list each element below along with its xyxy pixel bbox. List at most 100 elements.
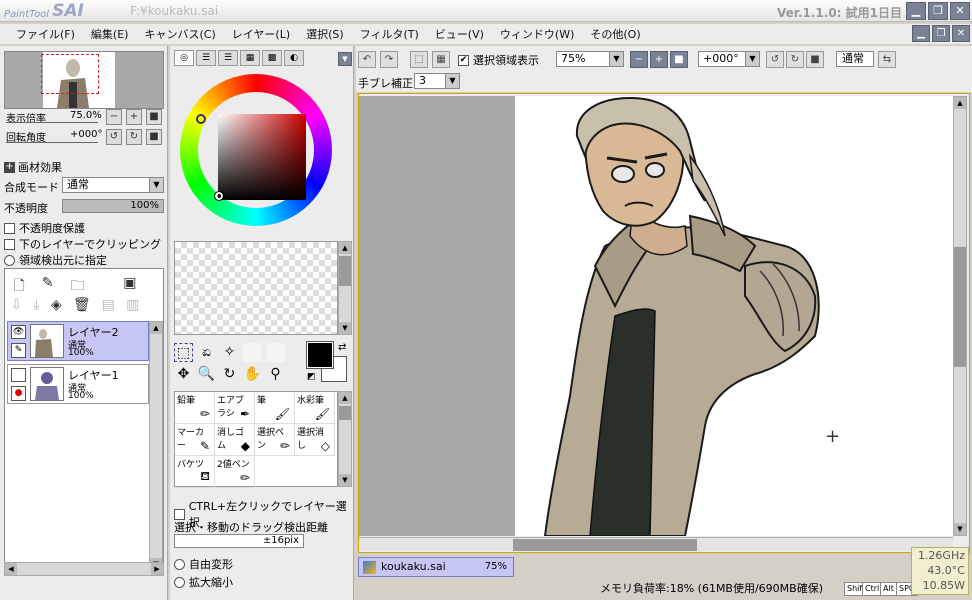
doc-close-button[interactable]: ✕ — [952, 25, 970, 42]
zoom-reset-icon[interactable]: ■ — [670, 51, 688, 68]
rotate-cw-icon[interactable]: ↻ — [786, 51, 804, 68]
stabilizer-select[interactable]: 3 ▼ — [414, 73, 460, 89]
brush-bucket[interactable]: バケツ ⛾ — [175, 456, 215, 488]
scroll-down-icon[interactable]: ▼ — [339, 322, 351, 334]
new-folder-icon[interactable]: 🗀 — [71, 275, 85, 299]
swatch-tab[interactable]: ▩ — [262, 50, 282, 66]
brush-airbrush[interactable]: エアブラシ ✒ — [215, 392, 255, 424]
hsv-slider-tab[interactable]: ☰ — [218, 50, 238, 66]
zoom-select[interactable]: 75% ▼ — [556, 51, 624, 67]
layer-mask-icon[interactable]: ▣ — [123, 275, 136, 299]
clear-layer-icon[interactable]: ◈ — [51, 297, 62, 313]
merge-down-icon[interactable]: ⤓ — [33, 297, 39, 313]
foreground-color[interactable] — [306, 341, 334, 369]
zoom-in-button[interactable]: + — [126, 109, 142, 125]
pen-icon[interactable]: ✎ — [11, 343, 26, 358]
canvas-area[interactable]: + ▲ ▼ — [358, 93, 970, 553]
scroll-thumb[interactable] — [339, 406, 351, 420]
zoom-out-button[interactable]: − — [106, 109, 122, 125]
rgb-slider-tab[interactable]: ☰ — [196, 50, 216, 66]
new-linework-layer-icon[interactable]: ✎ — [42, 275, 54, 299]
scroll-thumb[interactable] — [513, 539, 697, 551]
eyedropper-icon[interactable]: ⚲ — [266, 365, 285, 384]
redo-icon[interactable]: ↷ — [380, 51, 398, 68]
layer-item-2[interactable]: 👁 ✎ レイヤー2 通常 100% — [7, 321, 149, 361]
eye-hidden-icon[interactable] — [11, 368, 26, 382]
color-wheel-tab[interactable]: ◎ — [174, 50, 194, 66]
rotate-reset-button[interactable]: ■ — [146, 129, 162, 145]
merge-visible-icon[interactable]: ▤ — [102, 297, 115, 313]
clip-lower-checkbox[interactable]: 下のレイヤーでクリッピング — [4, 236, 161, 252]
zoom-slider[interactable] — [6, 122, 98, 123]
brush-scrollbar[interactable]: ▲ ▼ — [338, 391, 352, 487]
close-button[interactable]: ✕ — [950, 2, 970, 20]
preserve-opacity-checkbox[interactable]: 不透明度保護 — [4, 220, 85, 236]
scroll-thumb[interactable] — [954, 247, 966, 367]
canvas-hscrollbar[interactable] — [359, 537, 953, 551]
rotation-slider[interactable] — [6, 142, 98, 143]
scale-radio[interactable]: 拡大縮小 — [174, 574, 233, 590]
zoom-out-icon[interactable]: − — [630, 51, 648, 68]
rotation-select[interactable]: +000° ▼ — [698, 51, 760, 67]
menu-canvas[interactable]: キャンバス(C) — [136, 26, 223, 42]
doc-restore-button[interactable]: ❐ — [932, 25, 950, 42]
drag-distance-slider[interactable]: ±16pix — [174, 534, 304, 548]
blend-button[interactable]: 通常 — [836, 51, 874, 67]
hue-marker[interactable] — [196, 114, 206, 124]
scroll-thumb[interactable] — [339, 256, 351, 286]
rotate-reset-icon[interactable]: ■ — [806, 51, 824, 68]
scroll-down-icon[interactable]: ▼ — [954, 523, 966, 535]
lasso-icon[interactable]: ಏ — [197, 343, 216, 362]
invert-selection-icon[interactable]: ▦ — [432, 51, 450, 68]
document-tab[interactable]: koukaku.sai 75% — [358, 557, 514, 577]
menu-view[interactable]: ビュー(V) — [427, 26, 492, 42]
swap-colors-icon[interactable]: ⇄ — [338, 342, 346, 353]
undo-icon[interactable]: ↶ — [358, 51, 376, 68]
zoom-icon[interactable]: 🔍 — [197, 365, 216, 384]
rotate-icon[interactable]: ↻ — [220, 365, 239, 384]
menu-other[interactable]: その他(O) — [582, 26, 648, 42]
brush-select-pen[interactable]: 選択ペン ✏ — [255, 424, 295, 456]
move-icon[interactable]: ✥ — [174, 365, 193, 384]
brush-brush[interactable]: 筆 🖌 — [255, 392, 295, 424]
brush-select-erase[interactable]: 選択消し ◇ — [295, 424, 335, 456]
canvas-vscrollbar[interactable]: ▲ ▼ — [953, 96, 967, 536]
selection-source-radio[interactable]: 領域検出元に指定 — [4, 252, 107, 268]
effects-header[interactable]: + 画材効果 — [4, 159, 62, 175]
saturation-value-square[interactable] — [218, 114, 306, 200]
scroll-left-icon[interactable]: ◀ — [5, 563, 17, 575]
reset-colors-icon[interactable]: ◩ — [307, 372, 316, 382]
layer-hscrollbar[interactable]: ◀ ▶ — [4, 562, 164, 576]
brush-eraser[interactable]: 消しゴム ◆ — [215, 424, 255, 456]
magic-wand-icon[interactable]: ✧ — [220, 343, 239, 362]
rect-select-icon[interactable]: ⬚ — [174, 343, 193, 362]
color-swatch-area[interactable] — [174, 241, 338, 335]
menu-layer[interactable]: レイヤー(L) — [224, 26, 298, 42]
swatch-scrollbar[interactable]: ▲ ▼ — [338, 241, 352, 335]
menu-filter[interactable]: フィルタ(T) — [352, 26, 427, 42]
brush-watercolor[interactable]: 水彩筆 🖌 — [295, 392, 335, 424]
canvas-paper[interactable]: + — [515, 96, 953, 536]
layer-scrollbar[interactable]: ▲ ▼ — [149, 321, 163, 571]
zoom-in-icon[interactable]: + — [650, 51, 668, 68]
brush-marker[interactable]: マーカー ✎ — [175, 424, 215, 456]
new-layer-icon[interactable]: 🗋 — [14, 275, 25, 299]
panel-menu-icon[interactable]: ▼ — [338, 52, 352, 66]
scroll-up-icon[interactable]: ▲ — [954, 97, 966, 109]
scroll-right-icon[interactable]: ▶ — [151, 563, 163, 575]
rotate-left-button[interactable]: ↺ — [106, 129, 122, 145]
menu-edit[interactable]: 編集(E) — [83, 26, 137, 42]
menu-select[interactable]: 選択(S) — [298, 26, 352, 42]
hand-icon[interactable]: ✋ — [243, 365, 262, 384]
scroll-down-icon[interactable]: ▼ — [339, 474, 351, 486]
minimize-button[interactable]: ▁ — [906, 2, 926, 20]
deselect-icon[interactable]: ⬚ — [410, 51, 428, 68]
eye-icon[interactable]: 👁 — [11, 325, 26, 339]
opacity-slider[interactable]: 100% — [62, 199, 164, 213]
brush-pencil[interactable]: 鉛筆 ✏ — [175, 392, 215, 424]
maximize-button[interactable]: ❐ — [928, 2, 948, 20]
sv-marker[interactable] — [214, 191, 224, 201]
brush-binary-pen[interactable]: 2値ペン ✏ — [215, 456, 255, 488]
show-selection-checkbox[interactable]: ✔ 選択領域表示 — [458, 52, 539, 68]
layer-item-1[interactable]: ● レイヤー1 通常 100% — [7, 364, 149, 404]
